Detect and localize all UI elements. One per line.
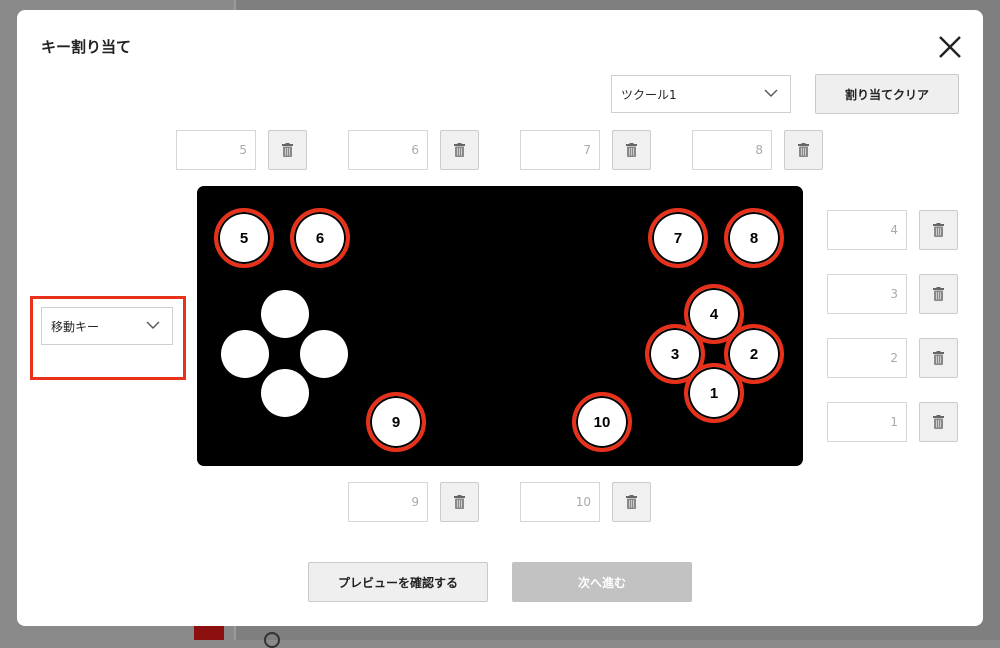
pad-button-5[interactable]: 5 bbox=[214, 208, 274, 268]
delete-key-3-button[interactable] bbox=[919, 274, 958, 314]
trash-icon bbox=[454, 143, 465, 157]
delete-key-10-button[interactable] bbox=[612, 482, 651, 522]
preview-button[interactable]: プレビューを確認する bbox=[308, 562, 488, 602]
dpad-up[interactable] bbox=[261, 290, 309, 338]
trash-icon bbox=[933, 415, 944, 429]
pad-button-10[interactable]: 10 bbox=[572, 392, 632, 452]
trash-icon bbox=[798, 143, 809, 157]
trash-icon bbox=[933, 287, 944, 301]
delete-key-7-button[interactable] bbox=[612, 130, 651, 170]
trash-icon bbox=[626, 495, 637, 509]
chevron-down-icon bbox=[146, 321, 160, 329]
gamepad-layout: 5 6 7 8 4 3 2 1 9 10 bbox=[197, 186, 803, 466]
key-assign-dialog: キー割り当て ツクール1 割り当てクリア 5 6 7 8 移動キー 5 6 7 … bbox=[17, 10, 983, 626]
key-input-2[interactable]: 2 bbox=[827, 338, 907, 378]
mode-select-value: 移動キー bbox=[51, 319, 100, 334]
pad-button-7[interactable]: 7 bbox=[648, 208, 708, 268]
delete-key-5-button[interactable] bbox=[268, 130, 307, 170]
dpad-right[interactable] bbox=[300, 330, 348, 378]
key-input-10[interactable]: 10 bbox=[520, 482, 600, 522]
preset-select-value: ツクール1 bbox=[621, 87, 677, 102]
key-input-8[interactable]: 8 bbox=[692, 130, 772, 170]
background-help-icon bbox=[264, 632, 280, 648]
clear-assignment-button[interactable]: 割り当てクリア bbox=[815, 74, 959, 114]
pad-button-6[interactable]: 6 bbox=[290, 208, 350, 268]
key-input-7[interactable]: 7 bbox=[520, 130, 600, 170]
delete-key-6-button[interactable] bbox=[440, 130, 479, 170]
delete-key-1-button[interactable] bbox=[919, 402, 958, 442]
trash-icon bbox=[933, 351, 944, 365]
delete-key-2-button[interactable] bbox=[919, 338, 958, 378]
preset-select[interactable]: ツクール1 bbox=[611, 75, 791, 113]
key-input-9[interactable]: 9 bbox=[348, 482, 428, 522]
trash-icon bbox=[454, 495, 465, 509]
background-badge bbox=[194, 626, 224, 640]
key-input-1[interactable]: 1 bbox=[827, 402, 907, 442]
key-input-6[interactable]: 6 bbox=[348, 130, 428, 170]
delete-key-8-button[interactable] bbox=[784, 130, 823, 170]
pad-button-9[interactable]: 9 bbox=[366, 392, 426, 452]
dpad-left[interactable] bbox=[221, 330, 269, 378]
delete-key-4-button[interactable] bbox=[919, 210, 958, 250]
chevron-down-icon bbox=[764, 89, 778, 97]
dpad-down[interactable] bbox=[261, 369, 309, 417]
pad-button-1[interactable]: 1 bbox=[684, 363, 744, 423]
pad-button-8[interactable]: 8 bbox=[724, 208, 784, 268]
key-input-3[interactable]: 3 bbox=[827, 274, 907, 314]
key-input-4[interactable]: 4 bbox=[827, 210, 907, 250]
dialog-title: キー割り当て bbox=[41, 38, 132, 56]
trash-icon bbox=[282, 143, 293, 157]
close-button[interactable] bbox=[933, 30, 967, 64]
trash-icon bbox=[626, 143, 637, 157]
key-input-5[interactable]: 5 bbox=[176, 130, 256, 170]
trash-icon bbox=[933, 223, 944, 237]
next-button[interactable]: 次へ進む bbox=[512, 562, 692, 602]
mode-select[interactable]: 移動キー bbox=[41, 307, 173, 345]
delete-key-9-button[interactable] bbox=[440, 482, 479, 522]
close-icon bbox=[939, 36, 961, 58]
